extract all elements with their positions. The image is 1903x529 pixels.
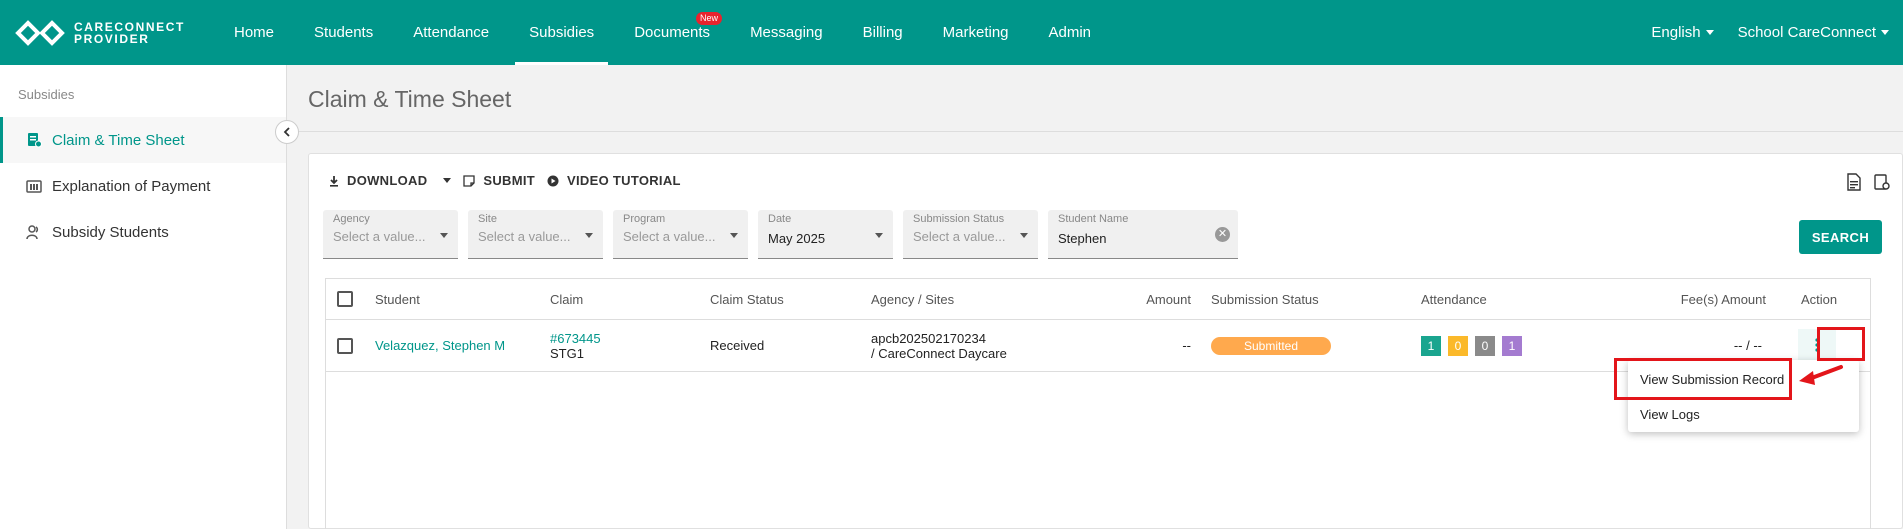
column-settings-icon[interactable]: [1874, 173, 1890, 196]
video-tutorial-button[interactable]: VIDEO TUTORIAL: [547, 173, 681, 188]
submission-status-select[interactable]: Submission Status Select a value...: [903, 210, 1038, 259]
download-button[interactable]: DOWNLOAD: [329, 173, 452, 188]
claim-status: Received: [710, 338, 765, 353]
sidebar-item-claim-time-sheet[interactable]: Claim & Time Sheet: [0, 117, 286, 163]
sidebar-item-label: Explanation of Payment: [52, 177, 211, 195]
chevron-down-icon: [730, 233, 738, 238]
agency-select[interactable]: Agency Select a value...: [323, 210, 458, 259]
header-claim[interactable]: Claim: [550, 279, 583, 319]
attendance-absent-count: 0: [1475, 335, 1495, 356]
view-logs-item[interactable]: View Logs: [1628, 397, 1859, 432]
student-link[interactable]: Velazquez, Stephen M: [375, 320, 505, 371]
row-checkbox[interactable]: [337, 337, 353, 354]
attendance-present-count: 1: [1421, 335, 1441, 356]
header-student[interactable]: Student: [375, 279, 420, 319]
attendance-other-count: 1: [1502, 335, 1522, 356]
page-title: Claim & Time Sheet: [308, 86, 512, 112]
pointer-arrow-icon: [1799, 365, 1843, 385]
nav-home[interactable]: Home: [220, 0, 288, 65]
header-fees-amount[interactable]: Fee(s) Amount: [1656, 279, 1766, 319]
highlight-box: [1614, 358, 1792, 400]
attendance-counts: 1 0 0 1: [1421, 320, 1529, 371]
submission-status-badge: Submitted: [1211, 336, 1331, 355]
chevron-down-icon: [875, 233, 883, 238]
clear-icon[interactable]: ✕: [1215, 227, 1230, 242]
chevron-down-icon: [440, 233, 448, 238]
divider: [288, 131, 1903, 132]
amount-value: --: [1182, 338, 1191, 353]
nav-documents-label: Documents: [634, 24, 711, 41]
nav-admin[interactable]: Admin: [1035, 0, 1106, 65]
nav-attendance[interactable]: Attendance: [399, 0, 503, 65]
select-all-checkbox[interactable]: [337, 291, 353, 307]
chevron-left-icon: [283, 127, 290, 137]
careconnect-logo-icon: [15, 20, 65, 46]
header-amount[interactable]: Amount: [1141, 279, 1191, 319]
header-action: Action: [1801, 291, 1838, 307]
nav-documents[interactable]: Documents New: [620, 0, 724, 65]
header-agency-sites[interactable]: Agency / Sites: [871, 279, 954, 319]
submit-button[interactable]: SUBMIT: [463, 173, 535, 188]
program-select[interactable]: Program Select a value...: [613, 210, 748, 259]
top-navbar: CARECONNECT PROVIDER Home Students Atten…: [0, 0, 1903, 65]
bank-icon: [26, 178, 42, 194]
toolbar: DOWNLOAD SUBMIT VIDEO TUTORIAL: [329, 173, 693, 188]
claims-card: DOWNLOAD SUBMIT VIDEO TUTORIAL Agency Se…: [308, 153, 1903, 529]
nav-marketing[interactable]: Marketing: [929, 0, 1023, 65]
chevron-down-icon: [443, 178, 452, 183]
nav-billing[interactable]: Billing: [849, 0, 917, 65]
language-label: English: [1651, 24, 1701, 41]
brand-logo[interactable]: CARECONNECT PROVIDER: [14, 19, 185, 47]
school-dropdown[interactable]: School CareConnect: [1738, 24, 1889, 41]
sidebar-item-subsidy-students[interactable]: Subsidy Students: [0, 209, 286, 255]
chevron-down-icon: [585, 233, 593, 238]
nav-students[interactable]: Students: [300, 0, 387, 65]
students-icon: [26, 224, 42, 240]
agency-code: apcb202502170234: [871, 330, 986, 346]
search-button[interactable]: SEARCH: [1799, 220, 1882, 254]
header-attendance[interactable]: Attendance: [1421, 279, 1487, 319]
date-select[interactable]: Date May 2025: [758, 210, 893, 259]
nav-subsidies[interactable]: Subsidies: [515, 0, 609, 65]
play-icon: [547, 175, 559, 186]
highlight-box: [1817, 327, 1865, 361]
chevron-down-icon: [1881, 30, 1889, 35]
sidebar-item-label: Subsidy Students: [52, 223, 169, 241]
brand-line2: PROVIDER: [74, 32, 150, 46]
table-header: Student Claim Claim Status Agency / Site…: [326, 279, 1870, 320]
claim-code: STG1: [550, 345, 584, 361]
chevron-down-icon: [1020, 233, 1028, 238]
site-select[interactable]: Site Select a value...: [468, 210, 603, 259]
download-icon: [330, 175, 338, 187]
student-name-input[interactable]: Student Name Stephen ✕: [1048, 210, 1238, 259]
sidebar-item-explanation-of-payment[interactable]: Explanation of Payment: [0, 163, 286, 209]
claim-id-link[interactable]: #673445: [550, 331, 601, 346]
header-claim-status[interactable]: Claim Status: [710, 279, 784, 319]
language-dropdown[interactable]: English: [1651, 24, 1714, 41]
attendance-late-count: 0: [1448, 335, 1468, 356]
export-pdf-icon[interactable]: [1846, 173, 1862, 196]
main-nav: Home Students Attendance Subsidies Docum…: [220, 0, 1117, 65]
note-icon: [463, 174, 476, 187]
collapse-sidebar-button[interactable]: [275, 120, 299, 144]
new-badge: New: [696, 12, 723, 25]
sidebar: Subsidies Claim & Time Sheet Explanation…: [0, 65, 287, 529]
nav-messaging[interactable]: Messaging: [736, 0, 837, 65]
site-name: / CareConnect Daycare: [871, 345, 1007, 361]
sidebar-item-label: Claim & Time Sheet: [52, 131, 185, 149]
chevron-down-icon: [1705, 30, 1714, 35]
header-submission-status[interactable]: Submission Status: [1211, 279, 1319, 319]
school-label: School CareConnect: [1737, 24, 1876, 41]
sidebar-heading: Subsidies: [18, 87, 75, 102]
claim-icon: [26, 132, 42, 148]
